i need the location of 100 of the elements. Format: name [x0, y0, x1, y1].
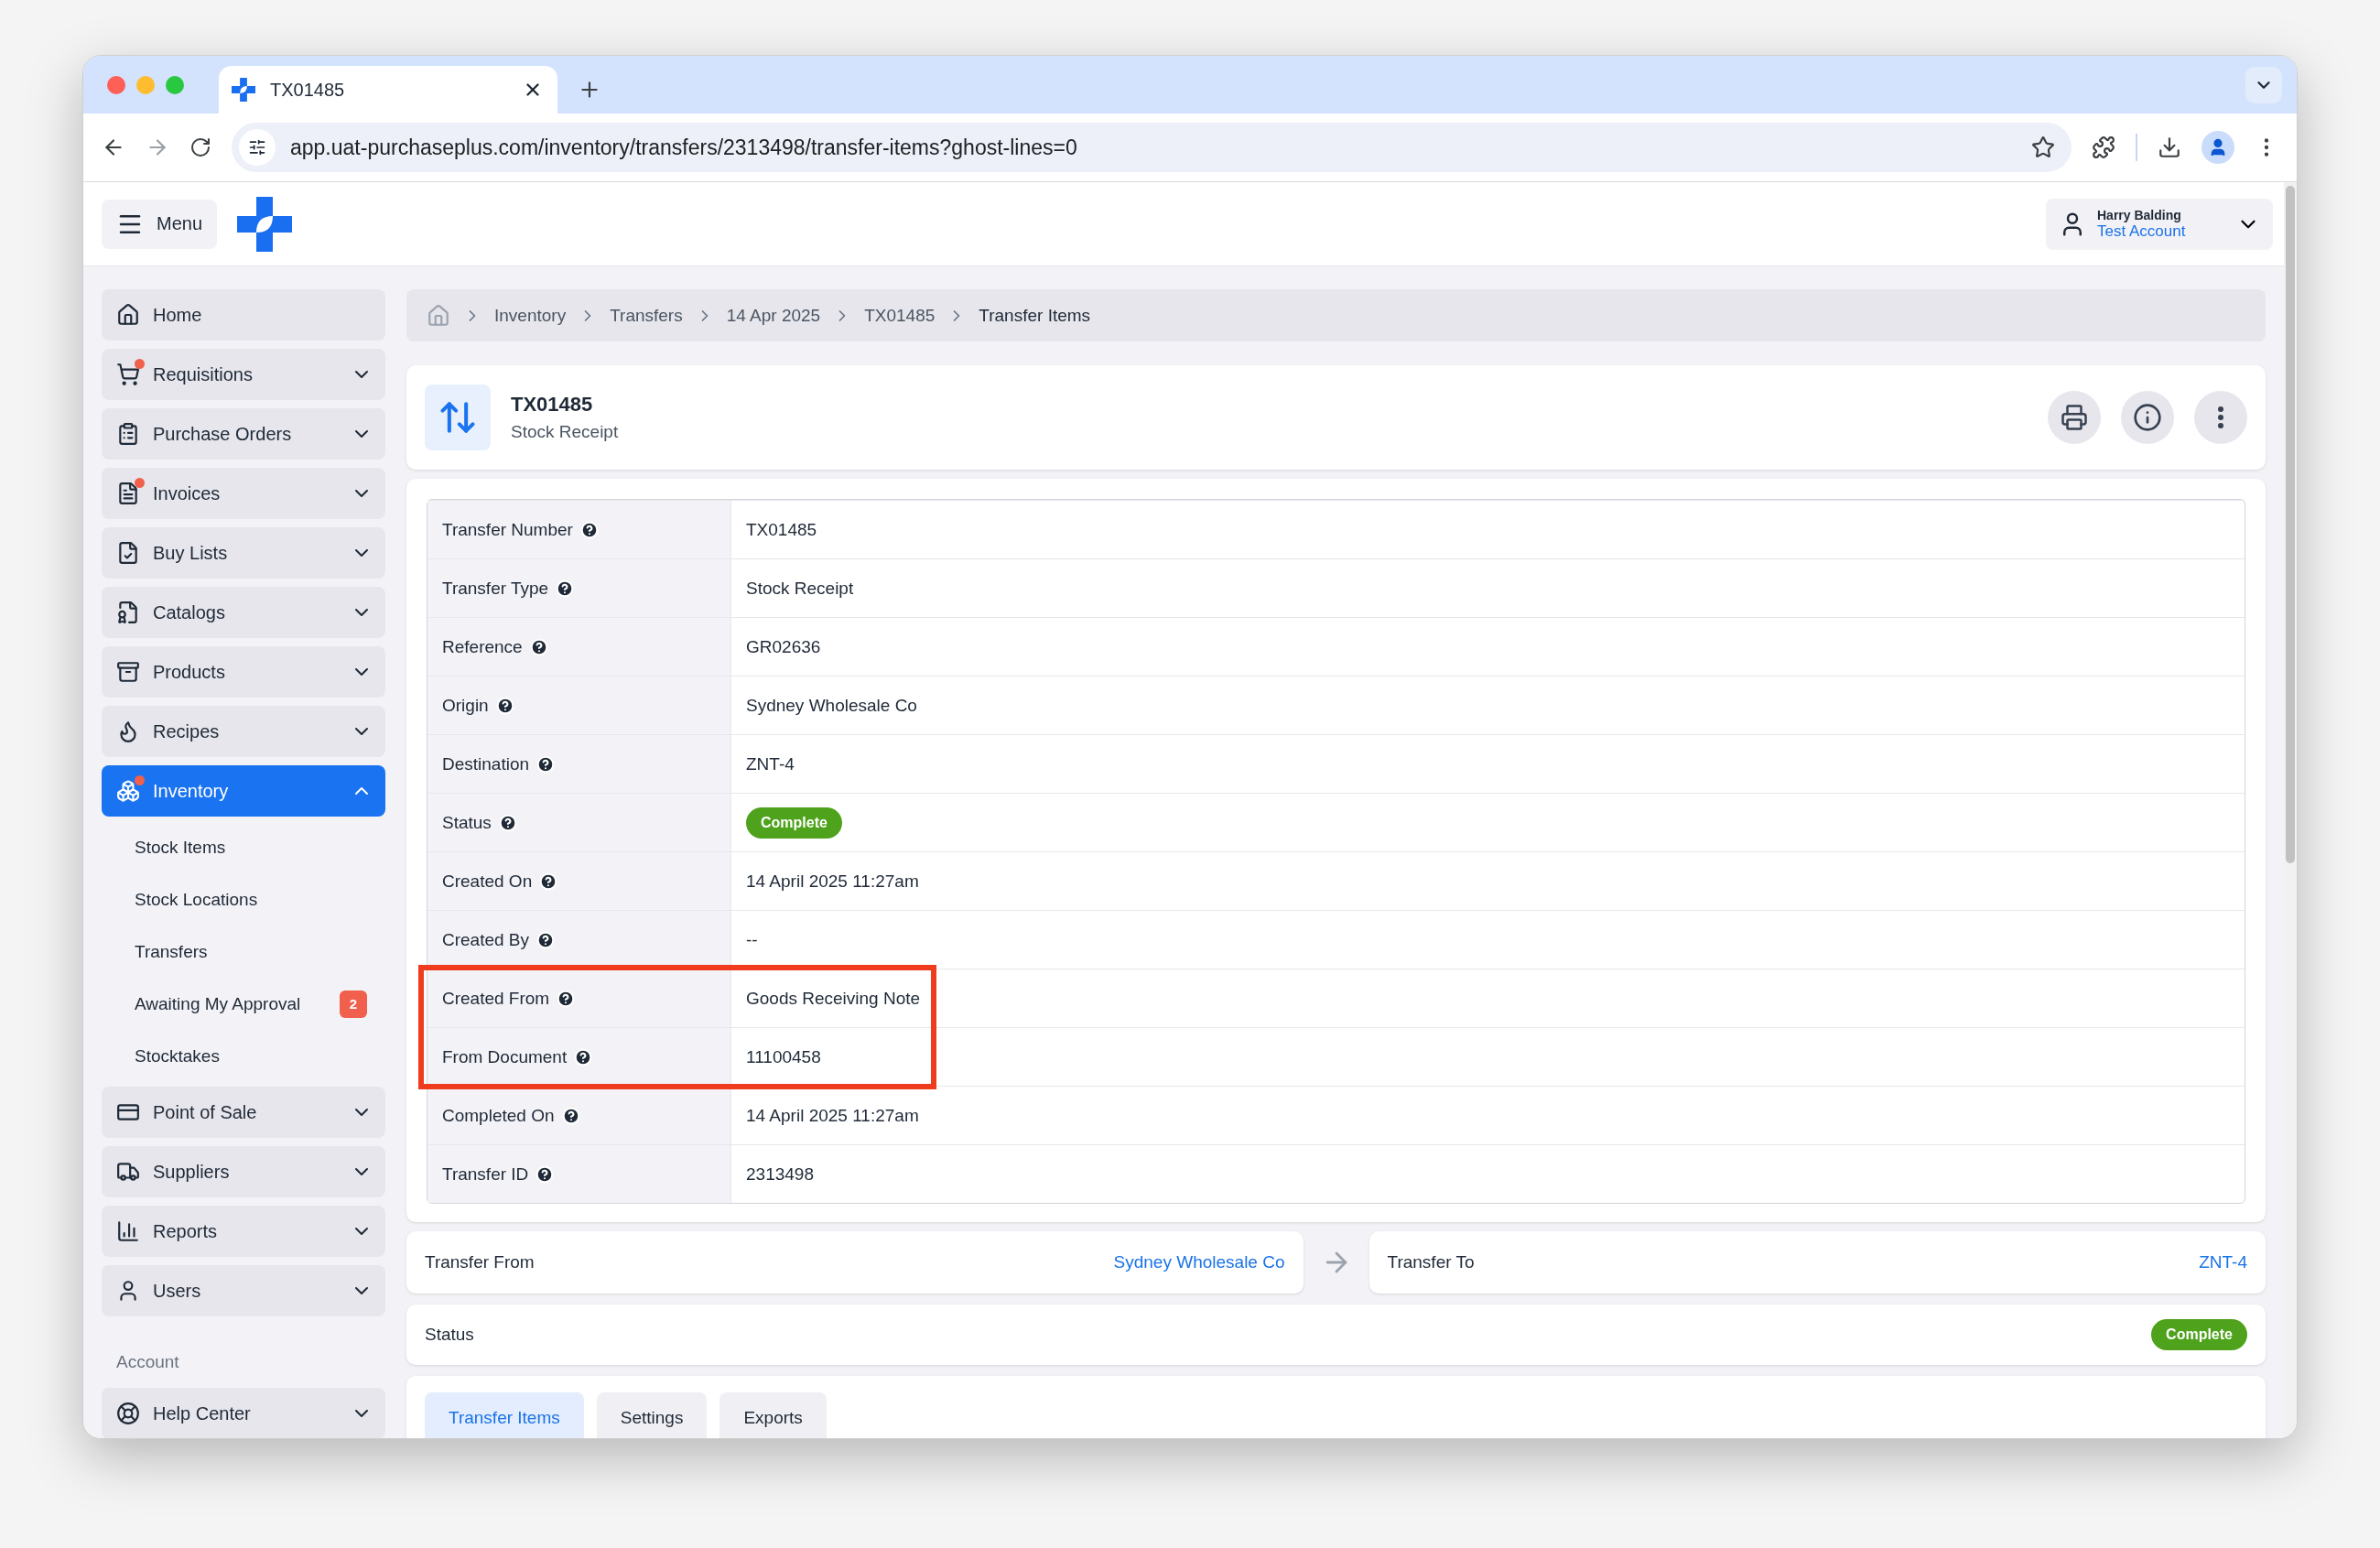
help-icon[interactable] — [556, 579, 575, 598]
field-value: 11100458 — [746, 1046, 821, 1067]
sidebar-item[interactable]: Purchase Orders — [102, 408, 385, 460]
help-icon[interactable] — [495, 696, 514, 715]
printer-icon — [2061, 404, 2088, 431]
status-label: Status — [425, 1325, 474, 1345]
destination-link[interactable]: ZNT-4 — [2199, 1252, 2247, 1272]
sidebar-item[interactable]: Home — [102, 289, 385, 341]
field-value: 14 April 2025 11:27am — [746, 871, 919, 892]
sidebar-item[interactable]: Suppliers — [102, 1146, 385, 1197]
submenu-item[interactable]: Awaiting My Approval 2 — [102, 978, 385, 1030]
sidebar-item[interactable]: Reports — [102, 1206, 385, 1257]
cart-icon — [116, 363, 140, 386]
checked-document-icon — [116, 541, 140, 565]
field-label: Completed On — [442, 1105, 555, 1126]
sidebar-item[interactable]: Products — [102, 646, 385, 698]
info-icon — [2133, 403, 2162, 432]
tab-list-button[interactable] — [2245, 67, 2282, 103]
field-label: Origin — [442, 695, 489, 716]
breadcrumb-link[interactable]: Transfer Items — [979, 305, 1091, 326]
field-value: GR02636 — [746, 636, 821, 657]
submenu-item[interactable]: Transfers — [102, 926, 385, 978]
browser-tab[interactable]: TX01485 — [219, 66, 557, 114]
help-icon[interactable] — [536, 1164, 555, 1184]
submenu-label: Awaiting My Approval — [135, 993, 302, 1014]
origin-link[interactable]: Sydney Wholesale Co — [1113, 1252, 1285, 1272]
section-label: Account — [115, 1351, 180, 1373]
field-label: Created On — [442, 871, 533, 892]
field-label: Destination — [442, 753, 530, 774]
user-name: Harry Balding — [2097, 207, 2181, 222]
field-label: Created By — [442, 929, 530, 950]
breadcrumb-link[interactable]: TX01485 — [864, 305, 936, 326]
help-icon[interactable] — [557, 989, 576, 1008]
submenu-item[interactable]: Stock Locations — [102, 873, 385, 926]
lifebuoy-icon — [116, 1402, 140, 1425]
field-value: -- — [746, 929, 758, 950]
submenu-label: Stock Items — [135, 837, 227, 858]
sidebar-item[interactable]: Invoices — [102, 468, 385, 519]
transfer-to-label: Transfer To — [1387, 1252, 1475, 1272]
home-icon — [116, 303, 140, 327]
logo-icon — [232, 78, 255, 102]
help-icon[interactable] — [579, 520, 599, 539]
tab[interactable]: Exports — [719, 1392, 827, 1438]
tab[interactable]: Transfer Items — [425, 1392, 584, 1438]
account-name: Test Account — [2097, 222, 2186, 241]
field-label: Transfer Type — [442, 578, 549, 599]
field-value: 14 April 2025 11:27am — [746, 1105, 919, 1126]
field-value: TX01485 — [746, 519, 817, 540]
help-icon[interactable] — [539, 871, 558, 891]
breadcrumb-link[interactable]: Inventory — [494, 305, 567, 326]
sidebar-item[interactable]: Requisitions — [102, 349, 385, 400]
tab[interactable]: Settings — [596, 1392, 708, 1438]
field-value: Sydney Wholesale Co — [746, 695, 917, 716]
sidebar-item[interactable]: Users — [102, 1265, 385, 1316]
document-icon — [116, 482, 140, 505]
menu-button[interactable]: Menu — [102, 199, 218, 249]
sidebar-item[interactable]: Recipes — [102, 706, 385, 757]
sidebar-item[interactable]: Help Center — [102, 1388, 385, 1438]
status-badge: Complete — [2151, 1319, 2247, 1350]
download-icon[interactable] — [2158, 135, 2181, 159]
submenu-item[interactable]: Stock Items — [102, 821, 385, 873]
bookmark-star-icon[interactable] — [2031, 135, 2055, 159]
boxes-icon — [116, 779, 140, 803]
transfer-number: TX01485 — [511, 393, 594, 417]
submenu-label: Stocktakes — [135, 1045, 221, 1066]
help-icon[interactable] — [574, 1047, 593, 1066]
submenu-item[interactable]: Stocktakes — [102, 1030, 385, 1082]
status-badge: Complete — [746, 806, 842, 839]
breadcrumb-link[interactable]: 14 Apr 2025 — [726, 305, 821, 326]
field-label: Transfer Number — [442, 519, 573, 540]
clipboard-icon — [116, 422, 140, 446]
site-settings-icon[interactable] — [248, 138, 266, 157]
field-value: Stock Receipt — [746, 578, 854, 599]
transfer-type: Stock Receipt — [511, 422, 620, 442]
submenu-label: Transfers — [135, 941, 209, 962]
extensions-icon[interactable] — [2092, 135, 2115, 159]
field-label: From Document — [442, 1046, 568, 1067]
help-icon[interactable] — [529, 637, 548, 656]
breadcrumb-link[interactable]: Transfers — [610, 305, 683, 326]
count-badge: 2 — [340, 990, 367, 1018]
reload-icon[interactable] — [189, 136, 211, 158]
help-icon[interactable] — [536, 930, 556, 949]
help-icon[interactable] — [536, 754, 556, 774]
sidebar-item[interactable]: Catalogs — [102, 587, 385, 638]
sidebar-item[interactable]: Buy Lists — [102, 527, 385, 579]
bar-chart-icon — [116, 1219, 140, 1243]
sidebar-item[interactable]: Inventory — [102, 765, 385, 817]
field-value: ZNT-4 — [746, 753, 795, 774]
user-menu-button[interactable]: Harry Balding Test Account — [2046, 198, 2273, 250]
truck-icon — [116, 1160, 140, 1184]
help-icon[interactable] — [498, 813, 517, 832]
address-bar[interactable]: app.uat-purchaseplus.com/inventory/transfers/2313498/transfer-items?ghost-lines=0 — [232, 123, 2072, 172]
profile-avatar[interactable] — [2202, 131, 2234, 164]
field-label: Created From — [442, 988, 550, 1009]
field-label: Status — [442, 812, 492, 833]
help-icon[interactable] — [561, 1106, 580, 1125]
field-value: 2313498 — [746, 1164, 814, 1185]
sidebar-item[interactable]: Point of Sale — [102, 1087, 385, 1138]
scrollbar-thumb[interactable] — [2286, 186, 2295, 863]
transfer-from-label: Transfer From — [425, 1252, 535, 1272]
